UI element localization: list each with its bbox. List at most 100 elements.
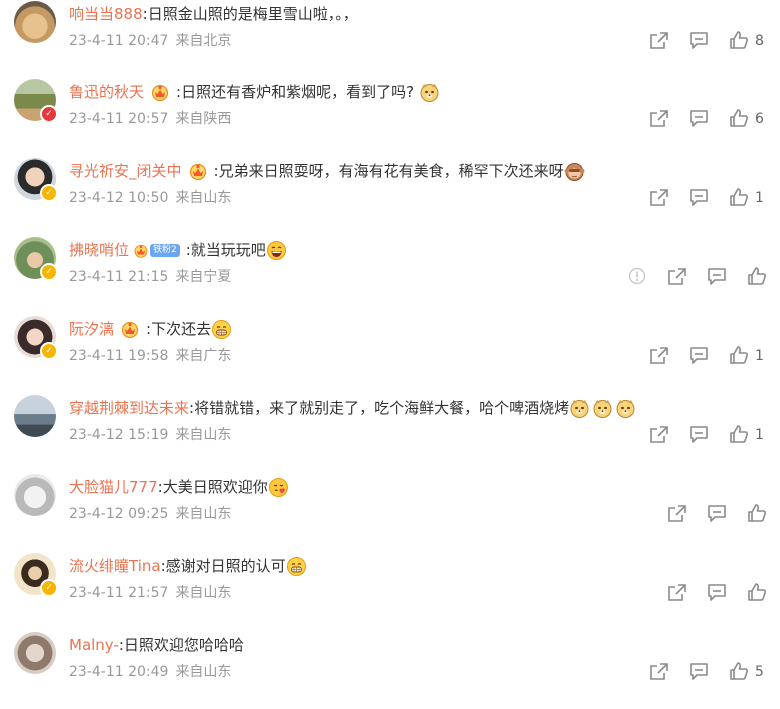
grin-emoji-icon (211, 319, 232, 340)
comment-icon[interactable] (688, 660, 710, 682)
comment-location: 来自山东 (175, 664, 232, 680)
comment-meta: 23-4-11 21:57 来自山东 (69, 583, 231, 603)
comment-date: 23-4-11 20:47 (69, 33, 169, 49)
username-link[interactable]: 寻光祈安_闭关中 (69, 160, 182, 182)
comment-date: 23-4-12 15:19 (69, 427, 169, 443)
thumbs-up-icon[interactable] (728, 660, 750, 682)
verified-badge-icon: ✓ (40, 105, 58, 123)
verified-badge-icon: ✓ (40, 263, 58, 281)
thumbs-up-icon[interactable] (728, 344, 750, 366)
share-icon[interactable] (648, 29, 670, 51)
thumbs-up-icon[interactable] (728, 423, 750, 445)
verified-badge-icon: ✓ (40, 579, 58, 597)
comment-item: ✓ 鲁迅的秋天 :日照还有香炉和紫烟呢，看到了吗? 23-4-11 20:57 来… (0, 78, 780, 156)
fan-badge-label: 铁粉2 (150, 243, 180, 257)
thumbs-up-icon[interactable] (728, 186, 750, 208)
share-icon[interactable] (648, 344, 670, 366)
comment-location: 来自山东 (175, 427, 232, 443)
comment-text: :日照金山照的是梅里雪山啦，。， (142, 5, 358, 23)
comment-icon[interactable] (688, 423, 710, 445)
username-link[interactable]: 大脸猫儿777 (69, 476, 158, 498)
comment-location: 来自山东 (175, 585, 232, 601)
username-link[interactable]: 拂晓哨位 (69, 239, 129, 261)
username-link[interactable]: 阮汐漓 (69, 318, 114, 340)
like-count: 6 (755, 111, 764, 127)
comment-location: 来自宁夏 (175, 269, 232, 285)
comment-item: ✓ 寻光祈安_闭关中 :兄弟来日照耍呀，有海有花有美食，稀罕下次还来呀 23-4… (0, 157, 780, 235)
thumbs-up-icon[interactable] (728, 29, 750, 51)
comment-text: :日照还有香炉和紫烟呢，看到了吗? (176, 83, 415, 101)
comment-location: 来自北京 (175, 33, 232, 49)
comment-item: ✓ 阮汐漓 :下次还去 23-4-11 19:58 来自广东 1 (0, 315, 780, 393)
share-icon[interactable] (666, 581, 688, 603)
doge-emoji-icon (569, 398, 590, 419)
thumbs-up-icon[interactable] (728, 107, 750, 129)
comment-item: 穿越荆棘到达未来:将错就错，来了就别走了，吃个海鲜大餐，哈个啤酒烧烤 23-4-… (0, 394, 780, 472)
comment-date: 23-4-11 21:57 (69, 585, 169, 601)
comment-meta: 23-4-11 20:49 来自山东 (69, 662, 231, 682)
comment-date: 23-4-11 21:15 (69, 269, 169, 285)
comment-location: 来自山东 (175, 506, 232, 522)
thumbs-up-icon[interactable] (746, 502, 768, 524)
username-link[interactable]: 鲁迅的秋天 (69, 81, 144, 103)
avatar[interactable]: ✓ (14, 316, 58, 360)
comment-meta: 23-4-12 09:25 来自山东 (69, 504, 231, 524)
avatar[interactable]: ✓ (14, 79, 58, 123)
comment-text: :下次还去 (146, 320, 212, 338)
comment-item: 响当当888:日照金山照的是梅里雪山啦，。， 23-4-11 20:47 来自北京… (0, 0, 780, 78)
verified-badge-icon: ✓ (40, 184, 58, 202)
share-icon[interactable] (648, 423, 670, 445)
username-link[interactable]: 响当当888 (69, 3, 143, 25)
comment-location: 来自广东 (175, 348, 232, 364)
comment-icon[interactable] (688, 29, 710, 51)
share-icon[interactable] (666, 502, 688, 524)
share-icon[interactable] (648, 660, 670, 682)
avatar[interactable]: ✓ (14, 553, 58, 597)
report-icon[interactable] (626, 265, 648, 287)
doge-emoji-icon (419, 82, 440, 103)
share-icon[interactable] (666, 265, 688, 287)
username-link[interactable]: Malny- (69, 634, 119, 656)
like-count: 8 (755, 33, 764, 49)
crown-badge-icon (188, 162, 208, 180)
crown-badge-icon (120, 320, 140, 338)
avatar[interactable] (14, 632, 56, 674)
comment-item: ✓ 拂晓哨位 铁粉2 :就当玩玩吧 23-4-11 21:15 来自宁夏 (0, 236, 780, 314)
thumbs-up-icon[interactable] (746, 581, 768, 603)
share-icon[interactable] (648, 107, 670, 129)
avatar[interactable] (14, 395, 56, 437)
comment-meta: 23-4-12 15:19 来自山东 (69, 425, 231, 445)
comment-icon[interactable] (706, 502, 728, 524)
verified-badge-icon: ✓ (40, 342, 58, 360)
comment-location: 来自山东 (175, 190, 232, 206)
comment-location: 来自陕西 (175, 111, 232, 127)
username-link[interactable]: 流火绯瞳Tina (69, 555, 161, 577)
comment-item: Malny-:日照欢迎您哈哈哈 23-4-11 20:49 来自山东 5 (0, 631, 780, 709)
avatar[interactable]: ✓ (14, 158, 58, 202)
comment-item: 大脸猫儿777:大美日照欢迎你 23-4-12 09:25 来自山东 (0, 473, 780, 551)
comment-icon[interactable] (688, 107, 710, 129)
share-icon[interactable] (648, 186, 670, 208)
comment-icon[interactable] (706, 265, 728, 287)
doge-emoji-icon (592, 398, 613, 419)
crown-badge-icon (150, 83, 170, 101)
thumbs-up-icon[interactable] (746, 265, 768, 287)
like-count: 1 (755, 427, 764, 443)
avatar[interactable]: ✓ (14, 237, 58, 281)
comment-item: ✓ 流火绯瞳Tina:感谢对日照的认可 23-4-11 21:57 来自山东 (0, 552, 780, 630)
comment-meta: 23-4-11 21:15 来自宁夏 (69, 267, 231, 287)
comment-date: 23-4-11 20:49 (69, 664, 169, 680)
comment-icon[interactable] (688, 344, 710, 366)
comment-meta: 23-4-11 20:47 来自北京 (69, 31, 231, 51)
comment-icon[interactable] (688, 186, 710, 208)
like-count: 5 (755, 664, 764, 680)
comment-date: 23-4-12 10:50 (69, 190, 169, 206)
doge-emoji-icon (615, 398, 636, 419)
monkey-emoji-icon (564, 161, 585, 182)
avatar[interactable] (14, 474, 56, 516)
comment-text: :将错就错，来了就别走了，吃个海鲜大餐，哈个啤酒烧烤 (189, 399, 570, 417)
avatar[interactable] (14, 1, 56, 43)
username-link[interactable]: 穿越荆棘到达未来 (69, 397, 189, 419)
comment-icon[interactable] (706, 581, 728, 603)
comment-text: :感谢对日照的认可 (160, 557, 286, 575)
